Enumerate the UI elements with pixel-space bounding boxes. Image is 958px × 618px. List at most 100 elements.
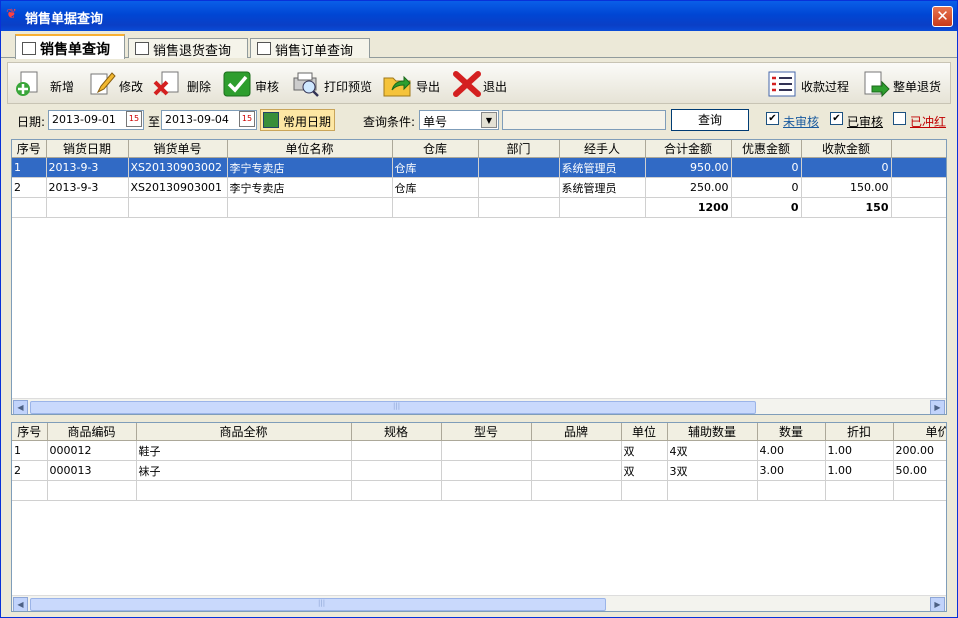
column-header[interactable]: 辅助数量 xyxy=(667,423,758,441)
checkmark-icon xyxy=(223,71,251,97)
window-title: 销售单据查询 xyxy=(25,12,104,27)
close-button[interactable]: ✕ xyxy=(932,6,953,27)
scroll-right-icon[interactable]: ▶ xyxy=(930,400,945,414)
scroll-left-icon[interactable]: ◀ xyxy=(13,597,28,611)
search-button[interactable]: 查询 xyxy=(671,109,749,131)
total-amount: 1200 xyxy=(645,197,732,218)
table-cell: 双 xyxy=(621,460,668,481)
table-cell xyxy=(531,460,622,481)
scroll-thumb[interactable]: ||| xyxy=(30,401,756,414)
tab-sales-return-query[interactable]: 销售退货查询 xyxy=(128,38,248,59)
title-bar: ❦ 销售单据查询 ✕ xyxy=(1,1,957,31)
column-header[interactable]: 销货单号 xyxy=(128,140,228,158)
pencil-icon xyxy=(90,72,116,95)
table-cell: 4双 xyxy=(667,440,758,461)
table-cell xyxy=(559,197,646,218)
table-cell: 250.00 xyxy=(645,177,732,198)
table-row[interactable]: 2 2013-9-3 XS20130903001 李宁专卖店 仓库 系统管理员 … xyxy=(12,177,946,198)
unaudited-checkbox[interactable]: ✔ xyxy=(766,112,779,125)
table-cell: 双 xyxy=(621,440,668,461)
common-dates-button[interactable]: 常用日期 xyxy=(260,109,335,131)
table-cell: 2 xyxy=(12,460,48,481)
table-cell xyxy=(128,197,228,218)
reversed-label[interactable]: 已冲红 xyxy=(910,113,946,130)
total-received: 150 xyxy=(801,197,892,218)
filter-bar: 日期: 2013-09-01 15 至 2013-09-04 15 常用日期 查… xyxy=(1,109,957,133)
toolbar: 新增 修改 删除 审核 打印预览 导出 退出 收款过程 整单退货 xyxy=(7,62,951,104)
payment-process-button[interactable]: 收款过程 xyxy=(767,67,853,101)
table-cell: 0 xyxy=(731,157,802,178)
table-cell xyxy=(351,460,442,481)
table-cell: 2013-9-3 xyxy=(46,177,129,198)
column-header[interactable]: 经手人 xyxy=(559,140,646,158)
exit-button[interactable]: 退出 xyxy=(452,67,512,101)
table-row[interactable]: 2 000013 袜子 双 3双 3.00 1.00 50.00 xyxy=(12,460,946,481)
add-icon xyxy=(16,71,38,96)
column-header[interactable]: 单位 xyxy=(621,423,668,441)
column-header[interactable]: 单位名称 xyxy=(227,140,393,158)
document-icon xyxy=(135,42,149,55)
tab-sales-query[interactable]: 销售单查询 xyxy=(15,34,125,59)
column-header[interactable]: 合计金额 xyxy=(645,140,732,158)
table-cell xyxy=(46,197,129,218)
calendar-icon[interactable]: 15 xyxy=(239,111,255,127)
table-cell: 袜子 xyxy=(136,460,352,481)
print-preview-button[interactable]: 打印预览 xyxy=(291,67,375,101)
table-cell xyxy=(478,157,560,178)
column-header[interactable]: 品牌 xyxy=(531,423,622,441)
audit-button[interactable]: 审核 xyxy=(222,67,282,101)
scroll-right-icon[interactable]: ▶ xyxy=(930,597,945,611)
column-header[interactable]: 序号 xyxy=(12,140,47,158)
calendar-check-icon xyxy=(263,112,279,128)
column-header[interactable]: 单价 xyxy=(893,423,946,441)
export-icon xyxy=(383,75,411,97)
tab-sales-order-query[interactable]: 销售订单查询 xyxy=(250,38,370,59)
empty-row xyxy=(12,480,946,501)
reversed-checkbox[interactable] xyxy=(893,112,906,125)
column-header[interactable]: 商品全称 xyxy=(136,423,352,441)
add-button[interactable]: 新增 xyxy=(14,67,84,101)
table-cell: 200.00 xyxy=(893,440,946,461)
table-cell: 1.00 xyxy=(825,460,894,481)
scroll-left-icon[interactable]: ◀ xyxy=(13,400,28,414)
column-header[interactable]: 商品编码 xyxy=(47,423,137,441)
table-cell: 0 xyxy=(801,157,892,178)
table-cell xyxy=(891,177,946,198)
table-cell: 3双 xyxy=(667,460,758,481)
table-cell: 1.00 xyxy=(825,440,894,461)
column-header[interactable]: 规格 xyxy=(351,423,442,441)
column-header[interactable]: 折扣 xyxy=(825,423,894,441)
table-cell xyxy=(441,440,532,461)
calendar-icon[interactable]: 15 xyxy=(126,111,142,127)
horizontal-scrollbar[interactable]: ◀ ||| ▶ xyxy=(12,398,946,414)
table-header-row: 序号 商品编码 商品全称 规格 型号 品牌 单位 辅助数量 数量 折扣 单价 xyxy=(12,423,946,441)
table-row[interactable]: 1 000012 鞋子 双 4双 4.00 1.00 200.00 xyxy=(12,440,946,461)
table-row[interactable]: 1 2013-9-3 XS20130903002 李宁专卖店 仓库 系统管理员 … xyxy=(12,157,946,178)
condition-select[interactable]: 单号 ▼ xyxy=(419,110,499,130)
audited-checkbox[interactable]: ✔ xyxy=(830,112,843,125)
sales-order-grid[interactable]: 序号 销货日期 销货单号 单位名称 仓库 部门 经手人 合计金额 优惠金额 收款… xyxy=(11,139,947,415)
dropdown-arrow-icon[interactable]: ▼ xyxy=(481,112,497,128)
edit-button[interactable]: 修改 xyxy=(88,67,150,101)
item-detail-grid[interactable]: 序号 商品编码 商品全称 规格 型号 品牌 单位 辅助数量 数量 折扣 单价 1… xyxy=(11,422,947,612)
column-header[interactable]: 序号 xyxy=(12,423,48,441)
unaudited-label[interactable]: 未审核 xyxy=(783,113,819,130)
column-header[interactable]: 数量 xyxy=(757,423,826,441)
column-header[interactable]: 优惠金额 xyxy=(731,140,802,158)
table-cell: XS20130903001 xyxy=(128,177,228,198)
horizontal-scrollbar[interactable]: ◀ ||| ▶ xyxy=(12,595,946,611)
column-header[interactable]: 仓库 xyxy=(392,140,479,158)
search-input[interactable] xyxy=(502,110,666,130)
delete-button[interactable]: 删除 xyxy=(152,67,214,101)
sales-order-table: 序号 销货日期 销货单号 单位名称 仓库 部门 经手人 合计金额 优惠金额 收款… xyxy=(12,140,946,218)
column-header[interactable]: 收款金额 xyxy=(801,140,892,158)
column-header[interactable]: 部门 xyxy=(478,140,560,158)
table-cell: 李宁专卖店 xyxy=(227,157,393,178)
audited-label[interactable]: 已审核 xyxy=(847,113,883,130)
full-return-button[interactable]: 整单退货 xyxy=(862,67,948,101)
column-header[interactable]: 销货日期 xyxy=(46,140,129,158)
document-icon xyxy=(257,42,271,55)
scroll-thumb[interactable]: ||| xyxy=(30,598,606,611)
column-header[interactable]: 型号 xyxy=(441,423,532,441)
export-button[interactable]: 导出 xyxy=(382,67,442,101)
